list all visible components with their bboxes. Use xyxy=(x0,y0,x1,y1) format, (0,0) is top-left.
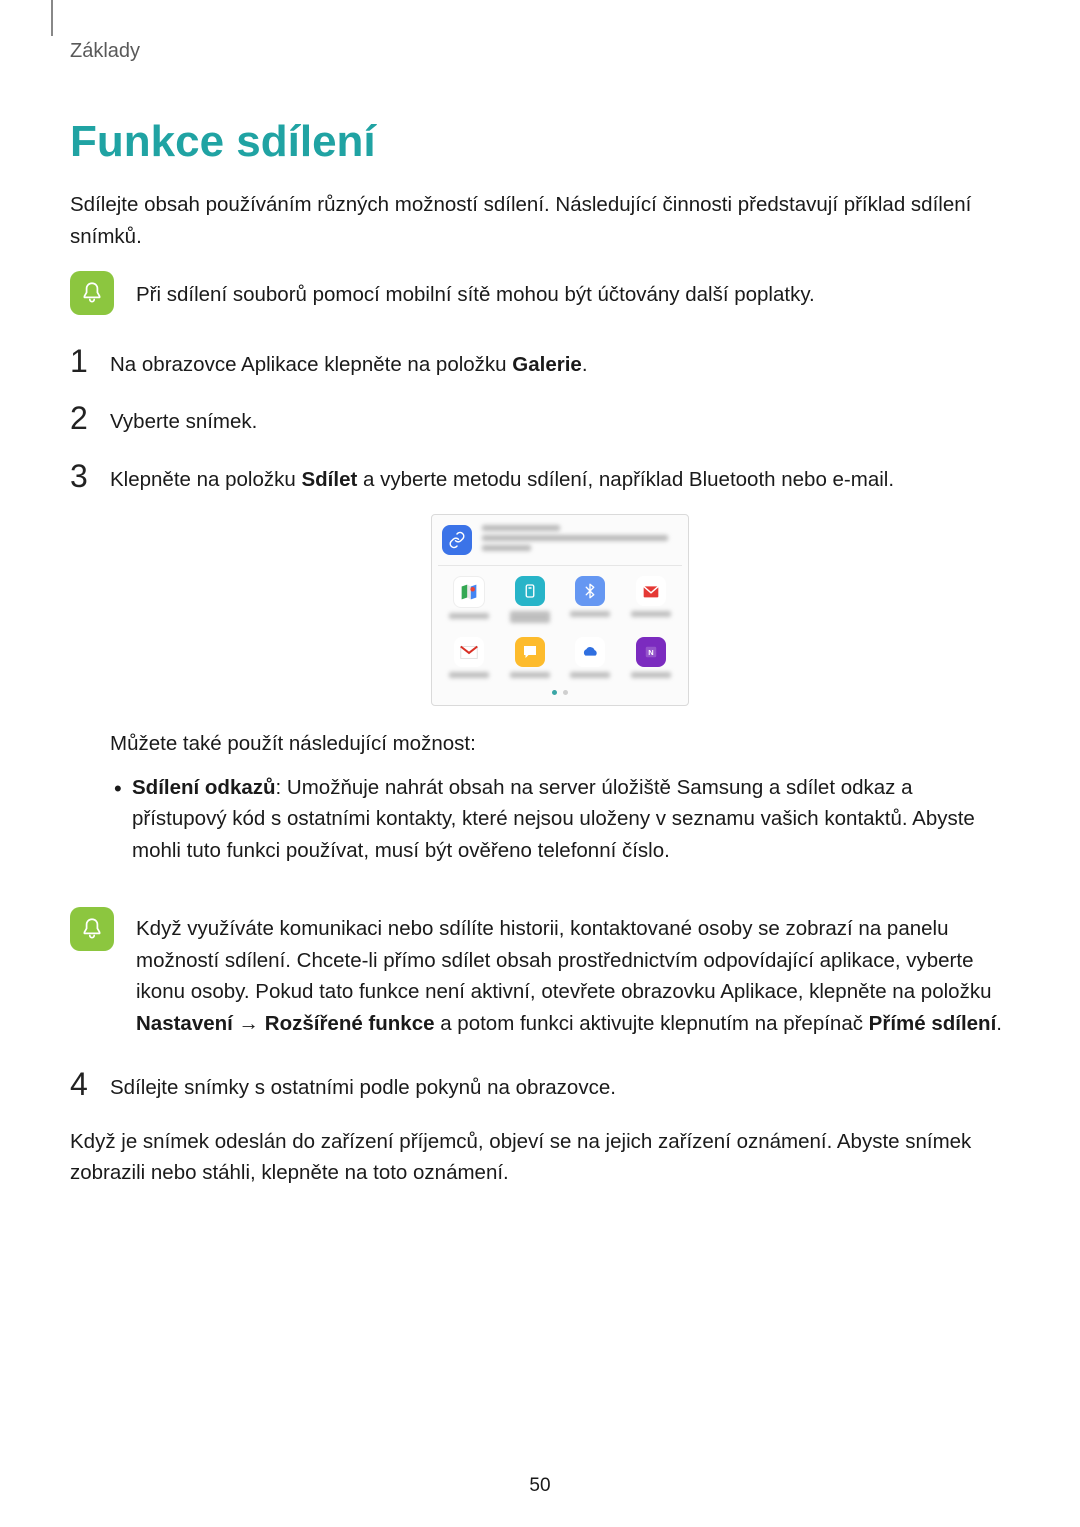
page-number: 50 xyxy=(0,1475,1080,1497)
dot-active xyxy=(552,690,557,695)
bullet-list: Sdílení odkazů: Umožňuje nahrát obsah na… xyxy=(110,772,1010,867)
blurred-label xyxy=(449,672,489,678)
note-mobile-data: Při sdílení souborů pomocí mobilní sítě … xyxy=(70,271,1010,315)
note2-arrow: → xyxy=(233,1012,265,1035)
step-3-bold: Sdílet xyxy=(301,468,357,491)
app-onedrive xyxy=(570,637,610,678)
blurred-label xyxy=(510,611,550,623)
blurred-label xyxy=(570,611,610,617)
step-1: 1 Na obrazovce Aplikace klepněte na polo… xyxy=(70,345,1010,381)
onedrive-icon xyxy=(575,637,605,667)
note-direct-share-text: Když využíváte komunikaci nebo sdílíte h… xyxy=(136,905,1010,1040)
step-number: 3 xyxy=(70,460,92,492)
bullet-link-sharing: Sdílení odkazů: Umožňuje nahrát obsah na… xyxy=(110,772,1010,867)
steps-list-continued: 4 Sdílejte snímky s ostatními podle poky… xyxy=(70,1068,1010,1104)
step-number: 1 xyxy=(70,345,92,377)
divider xyxy=(438,565,682,566)
app-messages xyxy=(510,637,550,678)
note2-b2: Rozšířené funkce xyxy=(265,1012,435,1035)
onenote-icon: N xyxy=(636,637,666,667)
page-dots xyxy=(442,690,678,695)
step-3-post: a vyberte metodu sdílení, například Blue… xyxy=(357,468,894,491)
note-direct-share: Když využíváte komunikaci nebo sdílíte h… xyxy=(70,905,1010,1040)
step-2-text: Vyberte snímek. xyxy=(110,402,1010,438)
note2-p2: a potom funkci aktivujte klepnutím na př… xyxy=(435,1012,869,1035)
step-3-pre: Klepněte na položku xyxy=(110,468,301,491)
step-3-body: Klepněte na položku Sdílet a vyberte met… xyxy=(110,460,1010,883)
step-1-post: . xyxy=(582,353,588,376)
share-panel-illustration: N xyxy=(431,514,689,706)
gmail-icon xyxy=(454,637,484,667)
step-1-pre: Na obrazovce Aplikace klepněte na položk… xyxy=(110,353,512,376)
note2-p3: . xyxy=(996,1012,1002,1035)
page-top-rule xyxy=(51,0,53,36)
chapter-label: Základy xyxy=(70,40,1010,63)
closing-paragraph: Když je snímek odeslán do zařízení příje… xyxy=(70,1126,1010,1190)
step-3: 3 Klepněte na položku Sdílet a vyberte m… xyxy=(70,460,1010,883)
blurred-label xyxy=(510,672,550,678)
step-number: 4 xyxy=(70,1068,92,1100)
step-4: 4 Sdílejte snímky s ostatními podle poky… xyxy=(70,1068,1010,1104)
also-use-text: Můžete také použít následující možnost: xyxy=(110,728,1010,760)
app-bluetooth xyxy=(570,576,610,623)
dot xyxy=(563,690,568,695)
step-2: 2 Vyberte snímek. xyxy=(70,402,1010,438)
step-1-bold: Galerie xyxy=(512,353,582,376)
app-email xyxy=(631,576,671,623)
share-panel-header xyxy=(442,525,678,565)
note2-b1: Nastavení xyxy=(136,1012,233,1035)
messages-icon xyxy=(515,637,545,667)
android-beam-icon xyxy=(515,576,545,606)
share-apps-grid: N xyxy=(442,576,678,678)
step-1-text: Na obrazovce Aplikace klepněte na položk… xyxy=(110,345,1010,381)
svg-text:N: N xyxy=(648,648,653,657)
email-icon xyxy=(636,576,666,606)
intro-paragraph: Sdílejte obsah používáním různých možnos… xyxy=(70,189,1010,253)
steps-list: 1 Na obrazovce Aplikace klepněte na polo… xyxy=(70,345,1010,883)
page-content: Základy Funkce sdílení Sdílejte obsah po… xyxy=(0,0,1080,1189)
bluetooth-icon xyxy=(575,576,605,606)
blurred-label xyxy=(631,611,671,617)
blurred-text xyxy=(482,525,678,551)
app-maps xyxy=(449,576,489,623)
step-3-text: Klepněte na položku Sdílet a vyberte met… xyxy=(110,464,1010,496)
app-android-beam xyxy=(510,576,550,623)
link-sharing-icon xyxy=(442,525,472,555)
note2-p1: Když využíváte komunikaci nebo sdílíte h… xyxy=(136,917,991,1004)
bell-icon xyxy=(70,271,114,315)
step-number: 2 xyxy=(70,402,92,434)
note2-b3: Přímé sdílení xyxy=(869,1012,997,1035)
page-title: Funkce sdílení xyxy=(70,117,1010,167)
bell-icon xyxy=(70,907,114,951)
step-4-text: Sdílejte snímky s ostatními podle pokynů… xyxy=(110,1068,1010,1104)
blurred-label xyxy=(631,672,671,678)
blurred-label xyxy=(570,672,610,678)
app-gmail xyxy=(449,637,489,678)
maps-icon xyxy=(453,576,485,608)
app-onenote: N xyxy=(631,637,671,678)
bullet-bold: Sdílení odkazů xyxy=(132,776,276,799)
note-mobile-data-text: Při sdílení souborů pomocí mobilní sítě … xyxy=(136,271,1010,311)
blurred-label xyxy=(449,613,489,619)
